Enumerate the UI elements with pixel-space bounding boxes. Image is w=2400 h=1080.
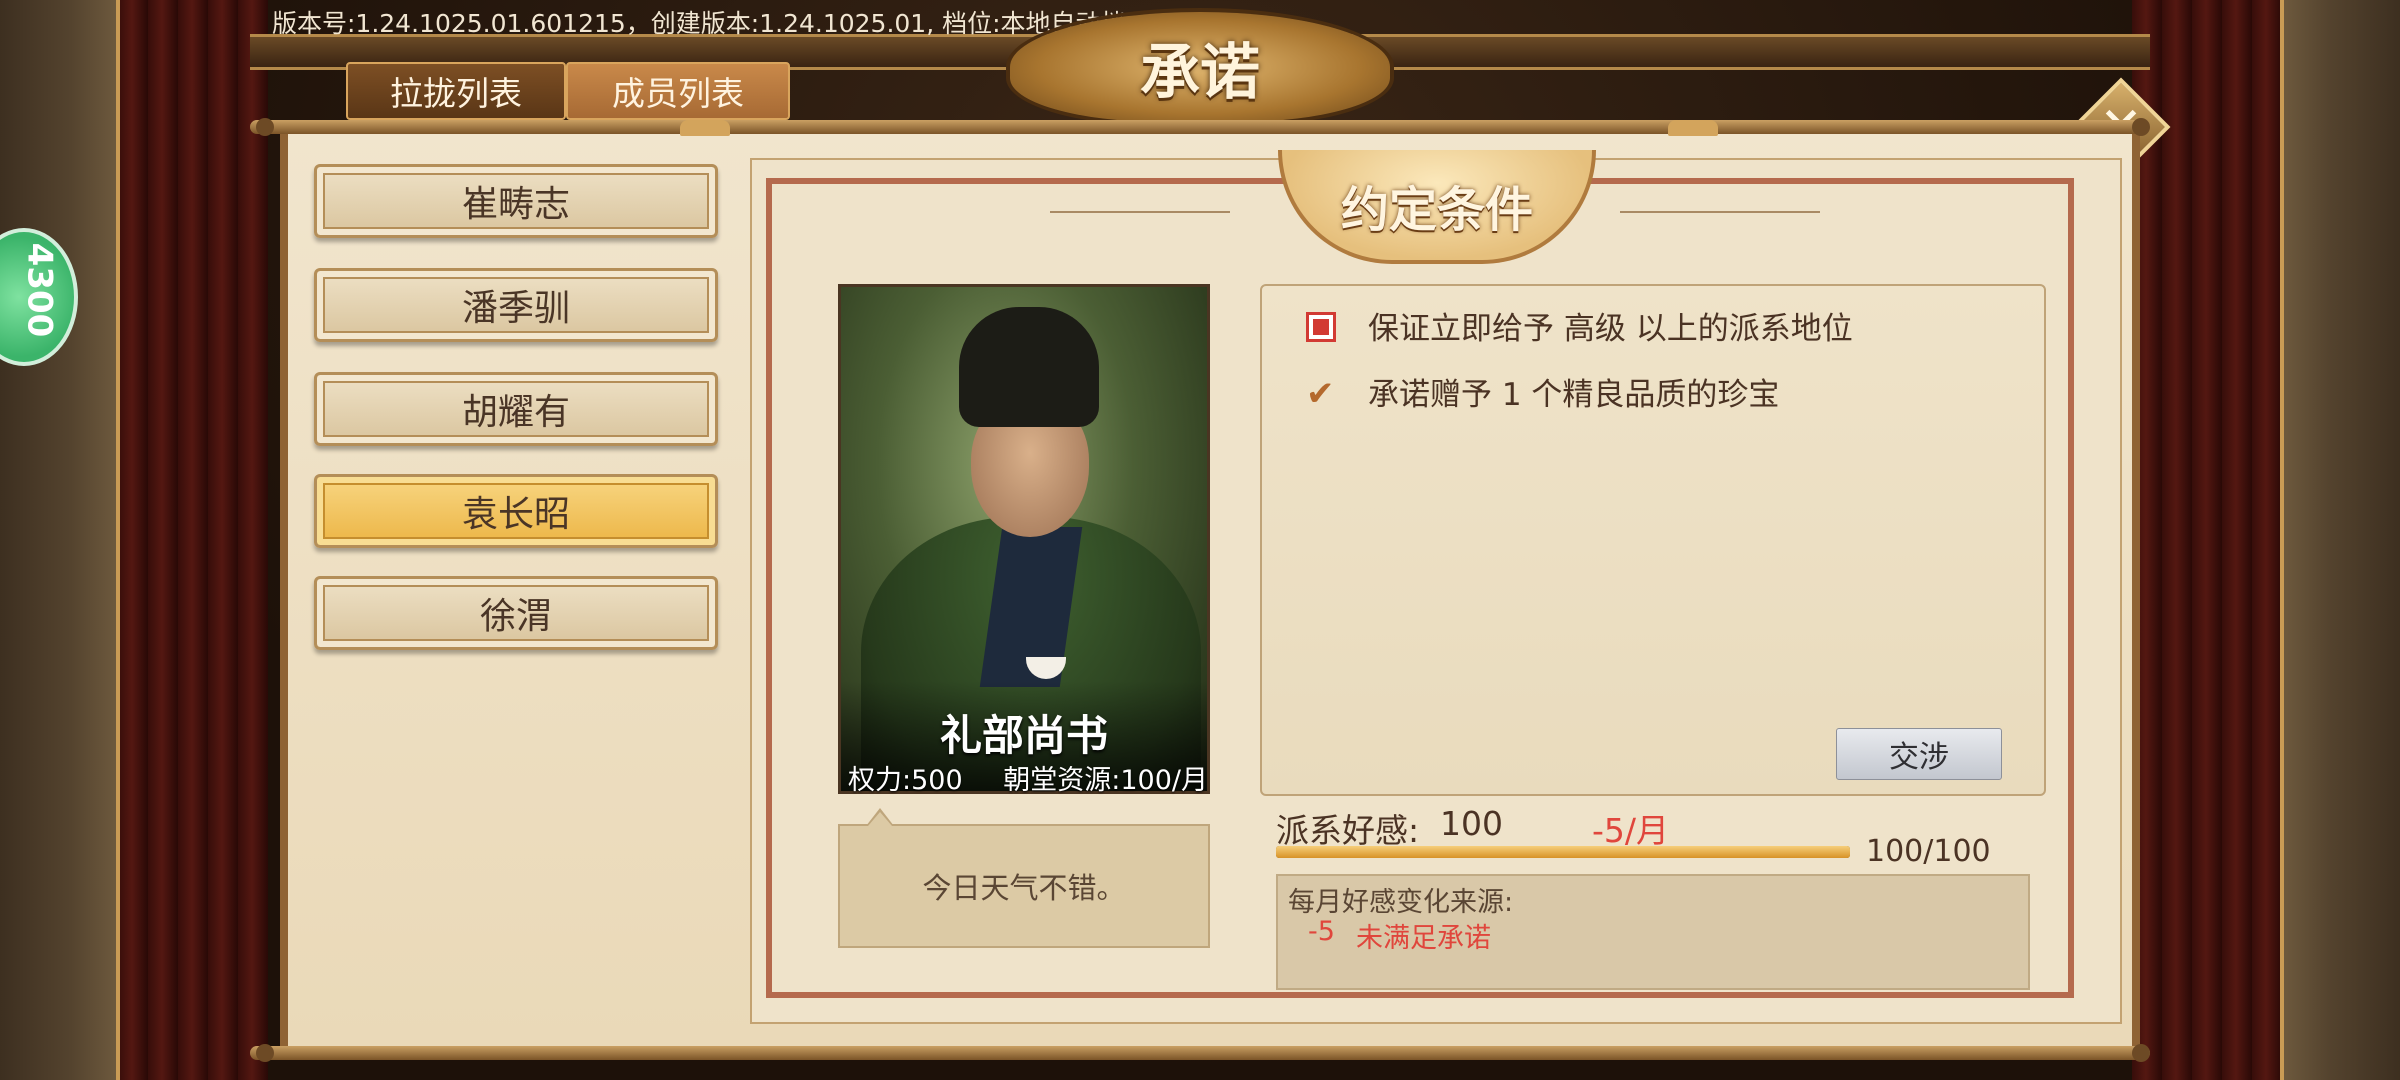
court-resource-stat: 朝堂资源:100/月	[1003, 765, 1208, 796]
tab-recruit-list[interactable]: 拉拢列表	[346, 62, 566, 120]
favor-progress-fill	[1276, 846, 1850, 858]
power-stat: 权力:500	[848, 765, 963, 796]
speech-bubble: 今日天气不错。	[838, 824, 1210, 948]
favor-sources-title: 每月好感变化来源:	[1288, 887, 1514, 918]
favor-source-value: -5	[1308, 916, 1335, 947]
negotiate-button[interactable]: 交涉	[1836, 728, 2002, 780]
favor-value: 100	[1440, 804, 1503, 843]
unmet-checkbox-icon	[1306, 312, 1336, 342]
rail-ornament	[1668, 120, 1718, 136]
conditions-title: 约定条件	[1340, 182, 1533, 238]
left-curtain	[118, 0, 268, 1080]
character-stats: 权力:500 朝堂资源:100/月	[848, 758, 1208, 797]
bottom-rail	[250, 1046, 2150, 1060]
favor-progress-text: 100/100	[1866, 834, 1991, 869]
rail-knob	[256, 1044, 274, 1062]
check-icon: ✔	[1306, 374, 1335, 414]
rail-knob	[2132, 118, 2150, 136]
right-wall	[2282, 0, 2400, 1080]
divider-left	[1050, 211, 1230, 213]
rail-ornament	[680, 120, 730, 136]
left-wall	[0, 0, 118, 1080]
version-info: 版本号:1.24.1025.01.601215，创建版本:1.24.1025.0…	[272, 9, 1126, 38]
favor-monthly-change: -5/月	[1592, 811, 1670, 850]
conditions-box	[1260, 284, 2046, 796]
rail-knob	[256, 118, 274, 136]
left-gold-trim	[116, 0, 120, 1080]
page-title: 承诺	[1140, 37, 1260, 108]
condition-item: 承诺赠予 1 个精良品质的珍宝	[1368, 377, 1780, 413]
right-gold-trim	[2280, 0, 2284, 1080]
member-item[interactable]: 崔畴志	[314, 164, 718, 238]
portrait-hat	[959, 307, 1099, 427]
character-rank: 礼部尚书	[939, 711, 1108, 760]
divider-right	[1620, 211, 1820, 213]
tab-member-list[interactable]: 成员列表	[566, 62, 790, 120]
top-rail	[250, 120, 2150, 134]
favor-label: 派系好感:	[1276, 811, 1420, 850]
member-item-selected[interactable]: 袁长昭	[314, 474, 718, 548]
speech-tail-inner	[868, 812, 892, 826]
side-badge-text: 4300	[19, 242, 60, 338]
favor-source-reason: 未满足承诺	[1356, 923, 1491, 954]
member-item[interactable]: 潘季驯	[314, 268, 718, 342]
rail-knob	[2132, 1044, 2150, 1062]
member-item[interactable]: 徐渭	[314, 576, 718, 650]
title-plaque: 承诺	[1010, 12, 1390, 122]
member-item[interactable]: 胡耀有	[314, 372, 718, 446]
favor-progress-bar	[1276, 846, 1850, 858]
condition-item: 保证立即给予 高级 以上的派系地位	[1368, 311, 1853, 347]
